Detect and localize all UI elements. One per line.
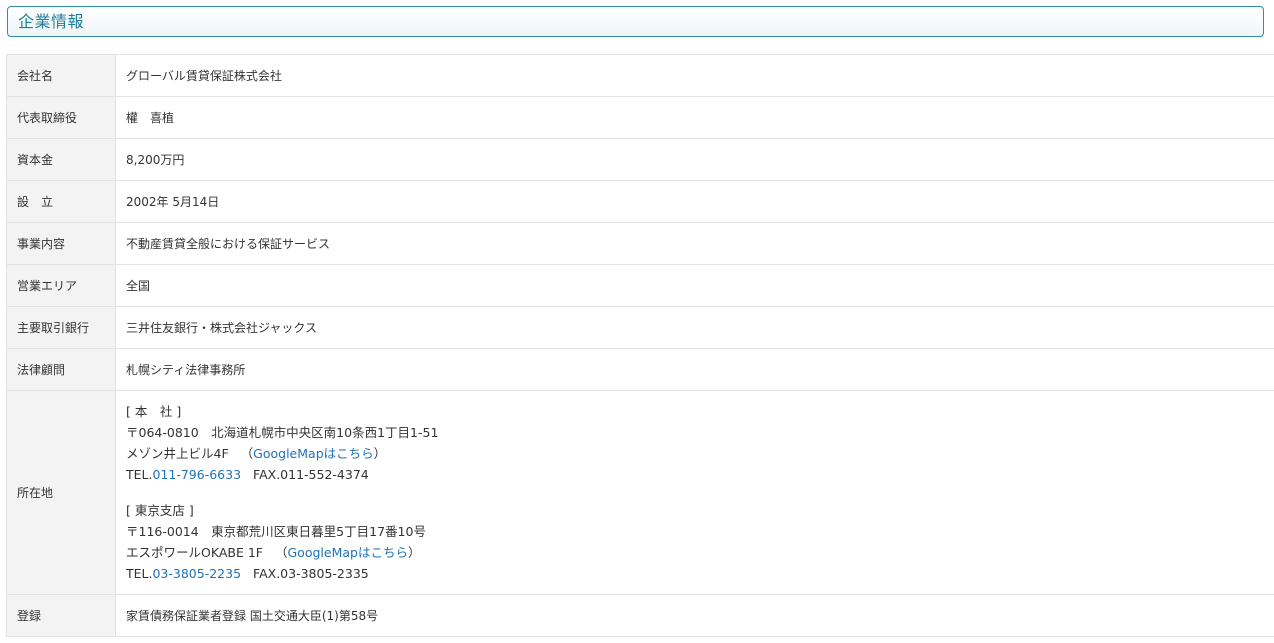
table-row-company-name: 会社名 グローバル賃貸保証株式会社 (6, 54, 1274, 97)
row-label: 法律顧問 (6, 348, 116, 391)
section-header: 企業情報 (7, 6, 1264, 37)
table-row-capital: 資本金 8,200万円 (6, 138, 1274, 181)
table-row-established: 設 立 2002年 5月14日 (6, 180, 1274, 223)
row-value: 三井住友銀行・株式会社ジャックス (115, 306, 1274, 349)
tokyo-branch-contact-line: TEL.03-3805-2235 FAX.03-3805-2335 (126, 563, 1274, 584)
tokyo-branch-building: エスポワールOKABE 1F (126, 545, 263, 560)
tokyo-branch-block: [ 東京支店 ] 〒116-0014 東京都荒川区東日暮里5丁目17番10号 エ… (126, 500, 1274, 584)
tokyo-branch-tel-link[interactable]: 03-3805-2235 (152, 566, 241, 581)
table-row-address: 所在地 [ 本 社 ] 〒064-0810 北海道札幌市中央区南10条西1丁目1… (6, 390, 1274, 595)
address-value: [ 本 社 ] 〒064-0810 北海道札幌市中央区南10条西1丁目1-51 … (115, 390, 1274, 595)
table-row-legal: 法律顧問 札幌シティ法律事務所 (6, 348, 1274, 391)
head-office-building-line: メゾン井上ビル4F （GoogleMapはこちら） (126, 446, 387, 461)
table-row-area: 営業エリア 全国 (6, 264, 1274, 307)
row-label: 主要取引銀行 (6, 306, 116, 349)
head-office-tel-prefix: TEL. (126, 467, 153, 482)
row-label: 所在地 (6, 390, 116, 595)
tokyo-branch-postal-line: 〒116-0014 東京都荒川区東日暮里5丁目17番10号 (126, 524, 426, 539)
row-label: 会社名 (6, 54, 116, 97)
tokyo-branch-fax: FAX.03-3805-2335 (253, 566, 369, 581)
head-office-tel-link[interactable]: 011-796-6633 (152, 467, 241, 482)
row-value: 不動産賃貸全般における保証サービス (115, 222, 1274, 265)
head-office-building: メゾン井上ビル4F (126, 446, 229, 461)
table-row-representative: 代表取締役 權 喜植 (6, 96, 1274, 139)
row-value: 家賃債務保証業者登録 国土交通大臣(1)第58号 (115, 594, 1274, 637)
row-value: グローバル賃貸保証株式会社 (115, 54, 1274, 97)
row-label: 営業エリア (6, 264, 116, 307)
head-office-block: [ 本 社 ] 〒064-0810 北海道札幌市中央区南10条西1丁目1-51 … (126, 401, 1274, 485)
tokyo-branch-map-link[interactable]: GoogleMapはこちら (287, 545, 407, 560)
row-value: 全国 (115, 264, 1274, 307)
tokyo-branch-building-line: エスポワールOKABE 1F （GoogleMapはこちら） (126, 545, 421, 560)
page-title: 企業情報 (18, 12, 85, 31)
tokyo-branch-heading: [ 東京支店 ] (126, 503, 194, 518)
row-value: 8,200万円 (115, 138, 1274, 181)
row-label: 事業内容 (6, 222, 116, 265)
head-office-heading: [ 本 社 ] (126, 404, 182, 419)
table-row-business: 事業内容 不動産賃貸全般における保証サービス (6, 222, 1274, 265)
company-info-table: 会社名 グローバル賃貸保証株式会社 代表取締役 權 喜植 資本金 8,200万円… (6, 54, 1274, 637)
head-office-contact-line: TEL.011-796-6633 FAX.011-552-4374 (126, 464, 1274, 485)
table-row-bank: 主要取引銀行 三井住友銀行・株式会社ジャックス (6, 306, 1274, 349)
head-office-postal-line: 〒064-0810 北海道札幌市中央区南10条西1丁目1-51 (126, 425, 439, 440)
head-office-fax: FAX.011-552-4374 (253, 467, 369, 482)
company-info-page: 企業情報 会社名 グローバル賃貸保証株式会社 代表取締役 權 喜植 資本金 8,… (0, 0, 1274, 643)
row-label: 登録 (6, 594, 116, 637)
row-label: 設 立 (6, 180, 116, 223)
table-row-registration: 登録 家賃債務保証業者登録 国土交通大臣(1)第58号 (6, 594, 1274, 637)
row-value: 權 喜植 (115, 96, 1274, 139)
row-label: 代表取締役 (6, 96, 116, 139)
row-value: 2002年 5月14日 (115, 180, 1274, 223)
head-office-map-link[interactable]: GoogleMapはこちら (253, 446, 373, 461)
tokyo-branch-tel-prefix: TEL. (126, 566, 153, 581)
row-label: 資本金 (6, 138, 116, 181)
row-value: 札幌シティ法律事務所 (115, 348, 1274, 391)
